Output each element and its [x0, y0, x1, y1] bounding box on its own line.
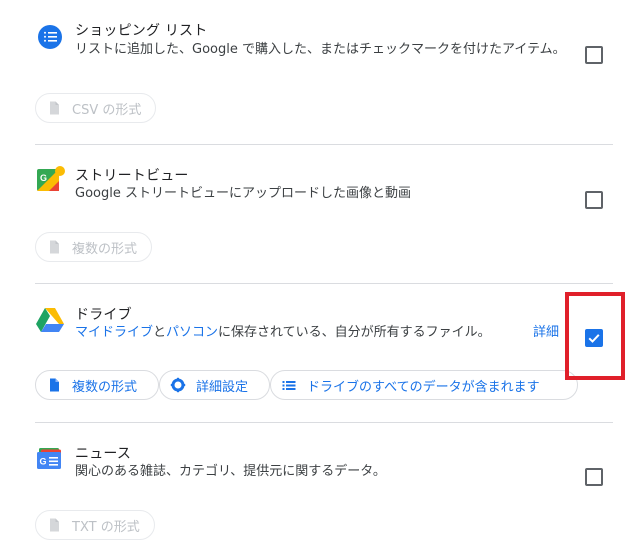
street-view-checkbox[interactable] [585, 191, 603, 209]
file-icon [46, 517, 62, 533]
product-description: 関心のある雑誌、カテゴリ、提供元に関するデータ。 [75, 464, 386, 479]
chip-label: 複数の形式 [72, 241, 138, 257]
file-icon [46, 100, 62, 116]
chip-label: ドライブのすべてのデータが含まれます [307, 379, 540, 395]
svg-text:G: G [40, 173, 47, 183]
chip-label: TXT の形式 [72, 519, 140, 535]
product-drive: ドライブ マイドライブとパソコンに保存されている、自分が所有するファイル。 詳細… [35, 284, 613, 422]
google-news-icon: G [35, 445, 65, 475]
file-icon [46, 377, 62, 393]
chip-label: 詳細設定 [196, 379, 249, 395]
product-description: リストに追加した、Google で購入した、またはチェックマークを付けたアイテム… [75, 42, 566, 57]
drive-all-data-button[interactable]: ドライブのすべてのデータが含まれます [270, 370, 578, 400]
shopping-list-checkbox[interactable] [585, 46, 603, 64]
product-news: G ニュース 関心のある雑誌、カテゴリ、提供元に関するデータ。 TXT の形式 [35, 423, 613, 546]
takeout-product-list: ショッピング リスト リストに追加した、Google で購入した、またはチェック… [0, 0, 638, 546]
desc-text: に保存されている、自分が所有するファイル。 [218, 325, 491, 340]
desc-text: と [153, 325, 167, 340]
drive-advanced-settings-button[interactable]: 詳細設定 [159, 370, 270, 400]
computers-link[interactable]: パソコン [166, 325, 218, 340]
product-shopping-list: ショッピング リスト リストに追加した、Google で購入した、またはチェック… [35, 0, 613, 140]
product-description: マイドライブとパソコンに保存されている、自分が所有するファイル。 [75, 323, 570, 343]
google-drive-icon [35, 306, 65, 336]
highlight-box [565, 292, 625, 380]
svg-text:G: G [40, 457, 47, 467]
product-street-view: G ストリートビュー Google ストリートビューにアップロードした画像と動画… [35, 145, 613, 283]
gear-icon [170, 377, 186, 393]
product-description: Google ストリートビューにアップロードした画像と動画 [75, 186, 411, 201]
details-link[interactable]: 詳細 [533, 323, 559, 343]
shopping-format-chip: CSV の形式 [35, 93, 157, 123]
news-checkbox[interactable] [585, 468, 603, 486]
my-drive-link[interactable]: マイドライブ [75, 325, 153, 340]
news-format-chip: TXT の形式 [35, 510, 155, 540]
product-title: ストリートビュー [75, 168, 189, 184]
product-title: ニュース [75, 446, 132, 462]
drive-format-button[interactable]: 複数の形式 [35, 370, 159, 400]
shopping-list-icon [35, 22, 65, 52]
street-view-format-chip: 複数の形式 [35, 232, 153, 262]
list-icon [281, 377, 297, 393]
product-title: ドライブ [75, 307, 132, 323]
product-title: ショッピング リスト [75, 23, 208, 39]
chip-label: 複数の形式 [72, 379, 138, 395]
file-icon [46, 239, 62, 255]
street-view-icon: G [35, 165, 65, 195]
chip-label: CSV の形式 [72, 102, 142, 118]
